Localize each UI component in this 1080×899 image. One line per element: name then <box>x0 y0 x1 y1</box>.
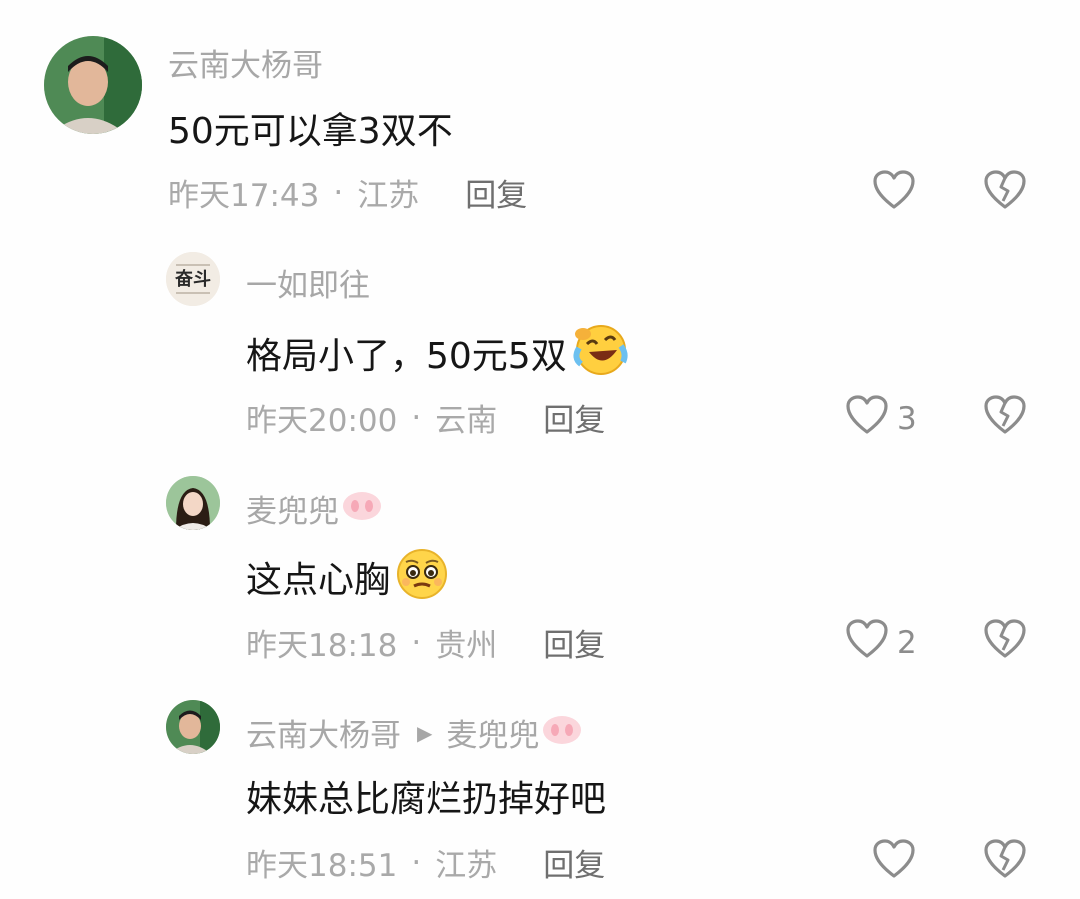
like-button[interactable] <box>872 169 924 219</box>
comment-meta: 昨天18:18 · 贵州 回复 <box>246 620 605 665</box>
reply-to-username[interactable]: 麦兜兜 <box>446 710 539 755</box>
heart-outline-icon <box>845 394 889 444</box>
comment-time: 昨天20:00 <box>246 403 398 439</box>
like-button[interactable] <box>872 838 924 888</box>
comment-time: 昨天17:43 <box>168 178 320 214</box>
comment-text: 格局小了，50元5双 <box>246 318 629 387</box>
separator-dot: · <box>411 844 422 881</box>
separator-dot: · <box>411 624 422 661</box>
comment-time: 昨天18:18 <box>246 628 398 664</box>
avatar[interactable]: 奋斗 <box>166 252 220 306</box>
dislike-button[interactable] <box>983 394 1027 440</box>
comment-meta: 昨天18:51 · 江苏 回复 <box>246 840 605 885</box>
comment-text: 50元可以拿3双不 <box>168 111 453 152</box>
like-count: 2 <box>897 625 917 661</box>
comment-location: 贵州 <box>435 628 498 664</box>
comment-text-body: 格局小了，50元5双 <box>246 335 567 377</box>
pleading-face-emoji <box>392 542 452 611</box>
comment-location: 云南 <box>435 403 498 439</box>
username-text[interactable]: 云南大杨哥 <box>246 710 401 755</box>
dislike-button[interactable] <box>983 169 1027 215</box>
broken-heart-icon <box>983 395 1027 440</box>
broken-heart-icon <box>983 839 1027 884</box>
pig-nose-emoji <box>341 489 383 529</box>
pig-nose-emoji <box>541 713 583 753</box>
avatar[interactable] <box>44 36 142 134</box>
heart-outline-icon <box>872 838 916 888</box>
dislike-button[interactable] <box>983 618 1027 664</box>
like-button[interactable]: 2 <box>845 618 917 668</box>
dislike-button[interactable] <box>983 838 1027 884</box>
avatar-calligraphy: 奋斗 <box>174 268 211 290</box>
comment-location: 江苏 <box>435 848 498 884</box>
comment-text-body: 这点心胸 <box>246 559 391 601</box>
heart-outline-icon <box>872 169 916 219</box>
avatar[interactable] <box>166 700 220 754</box>
laughing-crying-emoji <box>569 318 629 387</box>
comment-meta: 昨天17:43 · 江苏 回复 <box>168 170 527 215</box>
separator-dot: · <box>333 174 344 211</box>
like-button[interactable]: 3 <box>845 394 917 444</box>
separator-dot: · <box>411 399 422 436</box>
reply-button[interactable]: 回复 <box>465 170 527 215</box>
username-text: 麦兜兜 <box>246 494 339 530</box>
play-arrow-icon: ▶ <box>417 720 433 745</box>
reply-button[interactable]: 回复 <box>543 620 605 665</box>
username[interactable]: 一如即往 <box>246 260 370 305</box>
reply-button[interactable]: 回复 <box>543 840 605 885</box>
comment-time: 昨天18:51 <box>246 848 398 884</box>
comment-location: 江苏 <box>357 178 420 214</box>
comment-meta: 昨天20:00 · 云南 回复 <box>246 395 605 440</box>
broken-heart-icon <box>983 619 1027 664</box>
reply-button[interactable]: 回复 <box>543 395 605 440</box>
username[interactable]: 云南大杨哥 <box>168 40 323 85</box>
broken-heart-icon <box>983 170 1027 215</box>
like-count: 3 <box>897 401 917 437</box>
avatar[interactable] <box>166 476 220 530</box>
comment-text: 妹妹总比腐烂扔掉好吧 <box>246 779 607 820</box>
username: 云南大杨哥 ▶ 麦兜兜 <box>246 710 583 755</box>
heart-outline-icon <box>845 618 889 668</box>
comment-text: 这点心胸 <box>246 542 452 611</box>
username[interactable]: 麦兜兜 <box>246 486 383 531</box>
